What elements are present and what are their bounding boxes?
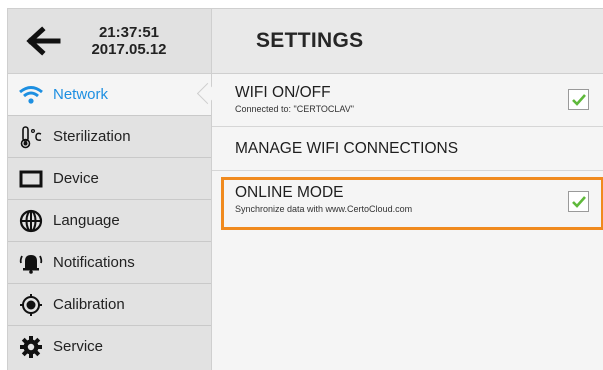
sidebar-item-label: Service	[53, 338, 104, 355]
gear-icon	[19, 335, 43, 359]
wifi-toggle-row[interactable]: WIFI ON/OFF Connected to: "CERTOCLAV"	[212, 74, 603, 127]
back-button[interactable]	[26, 25, 62, 57]
online-mode-checkbox[interactable]	[568, 191, 589, 212]
sidebar-item-device[interactable]: Device	[8, 158, 211, 200]
header-left-panel: 21:37:51 2017.05.12	[8, 9, 212, 73]
clock: 21:37:51 2017.05.12	[74, 24, 184, 58]
device-screen-icon	[19, 167, 43, 191]
bell-ringing-icon	[19, 251, 43, 275]
online-mode-row[interactable]: ONLINE MODE Synchronize data with www.Ce…	[212, 171, 603, 229]
sidebar-item-label: Language	[53, 212, 120, 229]
settings-content: WIFI ON/OFF Connected to: "CERTOCLAV" MA…	[212, 74, 603, 370]
sidebar-item-notifications[interactable]: Notifications	[8, 242, 211, 284]
sidebar-item-label: Network	[53, 86, 109, 103]
sidebar-item-label: Sterilization	[53, 128, 131, 145]
manage-wifi-row[interactable]: MANAGE WIFI CONNECTIONS	[212, 127, 603, 171]
sidebar-item-label: Calibration	[53, 296, 125, 313]
setting-title: WIFI ON/OFF	[235, 84, 331, 101]
sidebar-item-sterilization[interactable]: Sterilization	[8, 116, 211, 158]
sidebar-item-label: Notifications	[53, 254, 135, 271]
sidebar-item-network[interactable]: Network	[8, 74, 211, 116]
sidebar-item-service[interactable]: Service	[8, 326, 211, 367]
sidebar-item-calibration[interactable]: Calibration	[8, 284, 211, 326]
wifi-checkbox[interactable]	[568, 89, 589, 110]
page-title: SETTINGS	[256, 29, 364, 52]
target-icon	[19, 293, 43, 317]
sidebar: Network Sterilization Device Language No…	[8, 74, 212, 370]
settings-screen: 21:37:51 2017.05.12 SETTINGS Network Ste…	[7, 8, 603, 370]
sidebar-item-language[interactable]: Language	[8, 200, 211, 242]
header-bar: 21:37:51 2017.05.12 SETTINGS	[8, 9, 603, 74]
wifi-icon	[19, 83, 43, 107]
globe-icon	[19, 209, 43, 233]
clock-time: 21:37:51	[98, 24, 160, 41]
setting-title: MANAGE WIFI CONNECTIONS	[235, 140, 459, 157]
setting-subtitle: Connected to: "CERTOCLAV"	[235, 104, 354, 114]
checkmark-icon	[571, 195, 586, 208]
clock-date: 2017.05.12	[91, 41, 167, 58]
thermometer-celsius-icon	[19, 125, 43, 149]
setting-subtitle: Synchronize data with www.CertoCloud.com	[235, 204, 413, 214]
arrow-left-icon	[26, 26, 61, 56]
checkmark-icon	[571, 93, 586, 106]
setting-title: ONLINE MODE	[235, 184, 344, 201]
sidebar-item-label: Device	[53, 170, 99, 187]
